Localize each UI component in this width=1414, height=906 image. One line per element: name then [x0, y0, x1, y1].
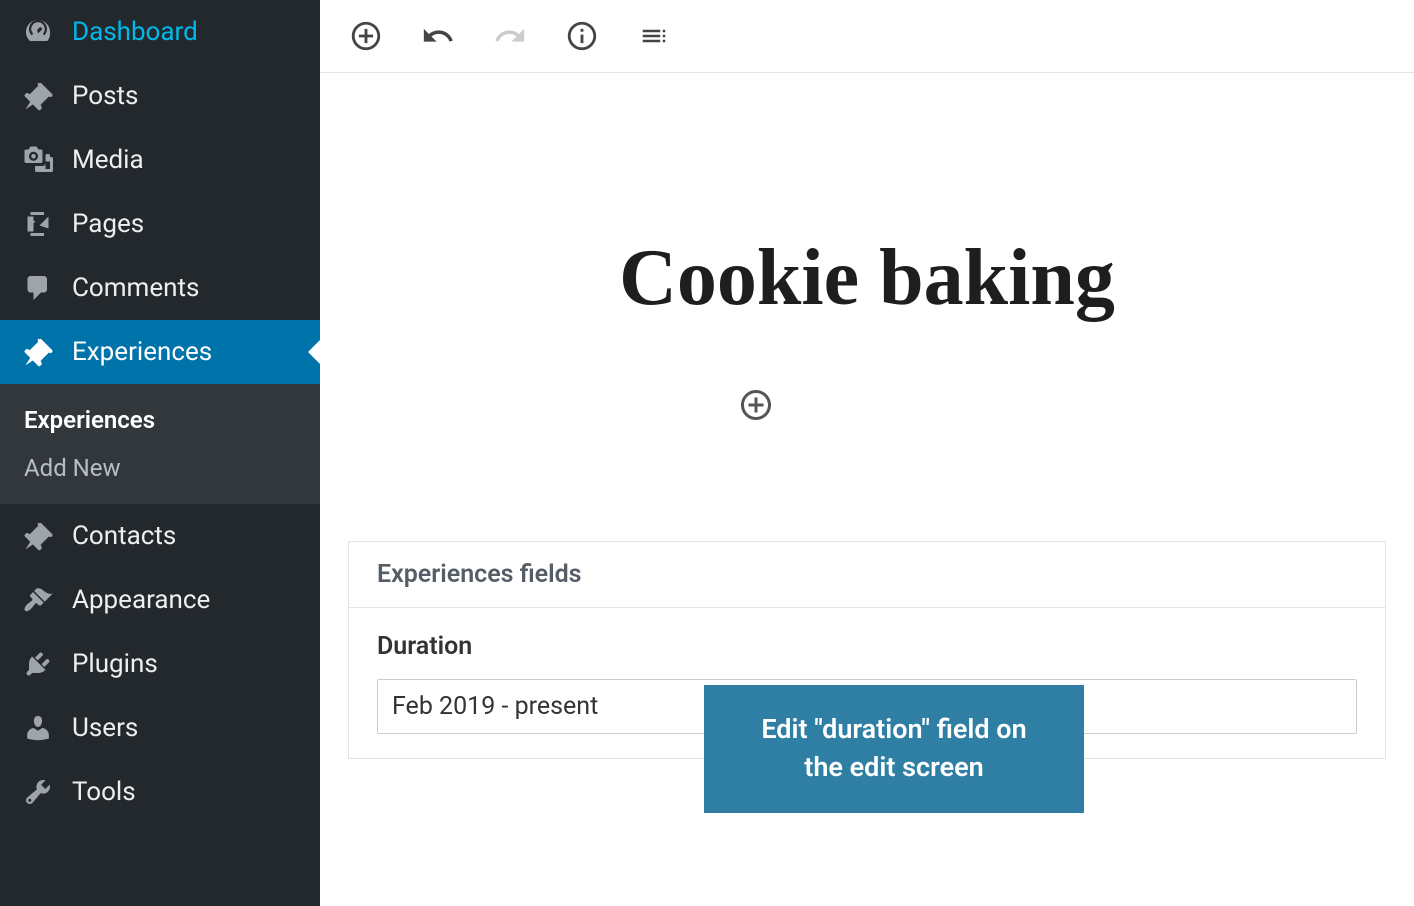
post-title[interactable]: Cookie baking	[320, 123, 1414, 364]
sidebar-item-appearance[interactable]: Appearance	[0, 568, 320, 632]
sidebar-item-label: Comments	[72, 273, 199, 303]
callout-tooltip: Edit "duration" field on the edit screen	[704, 685, 1084, 813]
admin-sidebar: Dashboard Posts Media Pages Comments Exp…	[0, 0, 320, 906]
users-icon	[20, 710, 56, 746]
pin-icon	[20, 518, 56, 554]
sidebar-item-label: Tools	[72, 777, 136, 807]
sidebar-item-contacts[interactable]: Contacts	[0, 504, 320, 568]
sidebar-item-label: Pages	[72, 209, 144, 239]
sidebar-item-dashboard[interactable]: Dashboard	[0, 0, 320, 64]
redo-button	[492, 18, 528, 54]
pages-icon	[20, 206, 56, 242]
comment-icon	[20, 270, 56, 306]
sidebar-item-label: Plugins	[72, 649, 158, 679]
sidebar-item-posts[interactable]: Posts	[0, 64, 320, 128]
sidebar-item-pages[interactable]: Pages	[0, 192, 320, 256]
undo-button[interactable]	[420, 18, 456, 54]
sidebar-item-label: Posts	[72, 81, 138, 111]
inline-add-block-button[interactable]	[735, 384, 777, 426]
appearance-icon	[20, 582, 56, 618]
duration-label: Duration	[377, 632, 1357, 661]
sidebar-item-label: Dashboard	[72, 17, 198, 47]
submenu-item-experiences[interactable]: Experiences	[0, 396, 320, 444]
editor-main: Cookie baking Experiences fields Duratio…	[320, 0, 1414, 906]
tools-icon	[20, 774, 56, 810]
sidebar-item-comments[interactable]: Comments	[0, 256, 320, 320]
add-block-button[interactable]	[348, 18, 384, 54]
sidebar-item-label: Appearance	[72, 585, 210, 615]
sidebar-item-label: Contacts	[72, 521, 176, 551]
pin-icon	[20, 78, 56, 114]
editor-toolbar	[320, 0, 1414, 73]
submenu-item-add-new[interactable]: Add New	[0, 444, 320, 492]
plugins-icon	[20, 646, 56, 682]
media-icon	[20, 142, 56, 178]
sidebar-item-label: Users	[72, 713, 138, 743]
dashboard-icon	[20, 14, 56, 50]
sidebar-item-tools[interactable]: Tools	[0, 760, 320, 824]
metabox-header: Experiences fields	[349, 542, 1385, 608]
info-button[interactable]	[564, 18, 600, 54]
sidebar-item-experiences[interactable]: Experiences	[0, 320, 320, 384]
sidebar-item-label: Experiences	[72, 337, 212, 367]
sidebar-item-label: Media	[72, 145, 144, 175]
sidebar-item-users[interactable]: Users	[0, 696, 320, 760]
outline-button[interactable]	[636, 18, 672, 54]
sidebar-item-plugins[interactable]: Plugins	[0, 632, 320, 696]
pin-icon	[20, 334, 56, 370]
sidebar-item-media[interactable]: Media	[0, 128, 320, 192]
sidebar-submenu-experiences: Experiences Add New	[0, 384, 320, 504]
